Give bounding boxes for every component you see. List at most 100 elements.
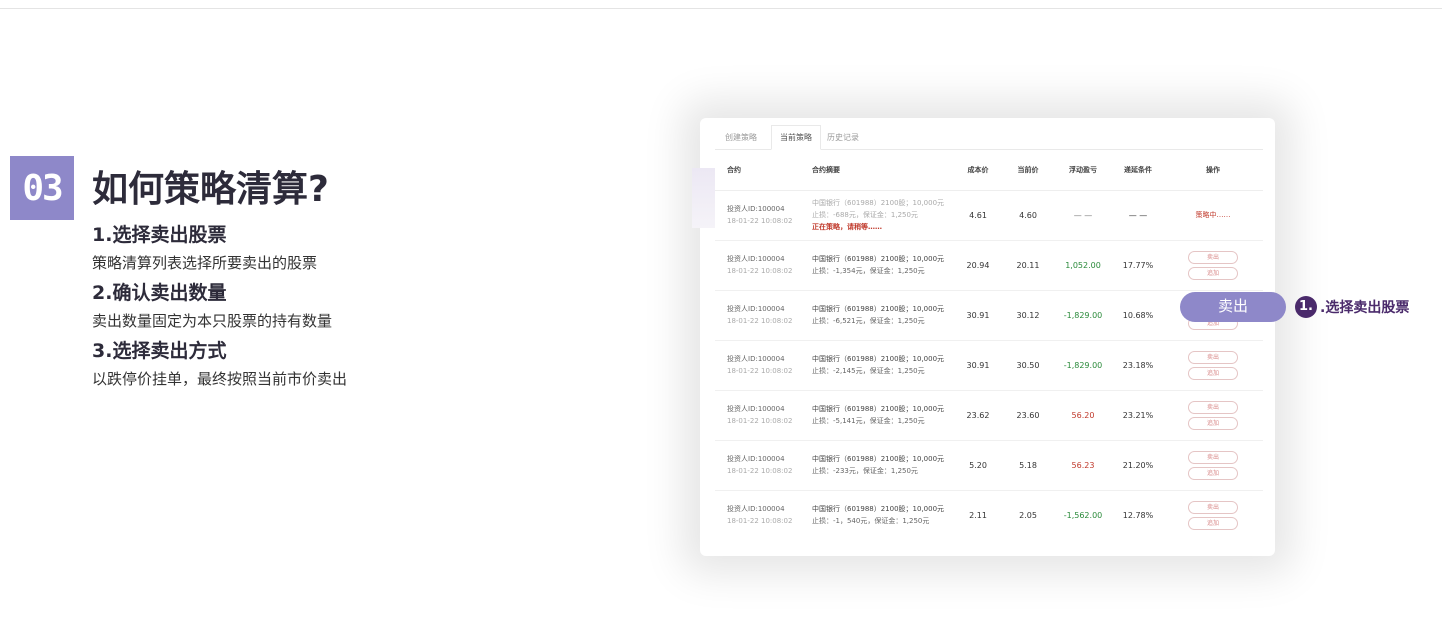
row-sell-button[interactable]: 卖出 — [1188, 350, 1238, 364]
tab-history[interactable]: 历史记录 — [825, 132, 869, 149]
sell-button-highlight[interactable]: 卖出 — [1180, 292, 1286, 322]
row-sell-button[interactable]: 卖出 — [1188, 500, 1238, 514]
floating-pnl: -1,829.00 — [1053, 340, 1113, 391]
action-cell: 卖出追加 — [1163, 490, 1263, 534]
row-add-button[interactable]: 追加 — [1188, 266, 1238, 280]
steps-list: 1.选择卖出股票 策略清算列表选择所要卖出的股票 2.确认卖出数量 卖出数量固定… — [92, 222, 512, 396]
header-summary: 合约摘要 — [800, 150, 953, 191]
timestamp: 18-01-22 10:08:02 — [727, 467, 793, 475]
table-row: 投资人ID:100004 18-01-22 10:08:02 中国银行（601988… — [715, 240, 1263, 291]
row-add-button[interactable]: 追加 — [1188, 366, 1238, 380]
strategy-tabs: 创建策略 当前策略 历史记录 — [715, 122, 1263, 150]
stop-loss-line: 止损：-5,141元，保证金：1,250元 — [812, 417, 925, 425]
step-3-description: 以跌停价挂单，最终按照当前市价卖出 — [92, 370, 348, 388]
investor-id: 投资人ID:100004 — [727, 255, 785, 263]
summary-line: 中国银行（601988）2100股；10,000元 — [812, 255, 945, 263]
tab-current-strategy[interactable]: 当前策略 — [771, 125, 821, 150]
summary-cell: 中国银行（601988）2100股；10,000元 止损：-5,141元，保证金：… — [800, 390, 953, 441]
summary-line: 中国银行（601988）2100股；10,000元 — [812, 199, 945, 207]
investor-id: 投资人ID:100004 — [727, 505, 785, 513]
investor-id: 投资人ID:100004 — [727, 355, 785, 363]
current-price: 23.60 — [1003, 390, 1053, 441]
floating-pnl: — — — [1053, 190, 1113, 241]
header-current: 当前价 — [1003, 150, 1053, 191]
action-cell: 卖出追加 — [1163, 440, 1263, 491]
strategy-screenshot: 创建策略 当前策略 历史记录 合约 合约摘要 成本价 当前价 浮动盈亏 递延条件… — [715, 122, 1263, 534]
summary-cell: 中国银行（601988）2100股；10,000元 止损：-1,354元，保证金：… — [800, 240, 953, 291]
cost-price: 20.94 — [953, 240, 1003, 291]
action-cell: 卖出追加 — [1163, 240, 1263, 291]
step-3-heading: 3.选择卖出方式 — [92, 340, 227, 362]
investor-cell: 投资人ID:100004 18-01-22 10:08:02 — [715, 440, 800, 491]
investor-id: 投资人ID:100004 — [727, 405, 785, 413]
header-condition: 递延条件 — [1113, 150, 1163, 191]
stop-loss-line: 止损：-688元，保证金：1,250元 — [812, 211, 918, 219]
stop-loss-line: 止损：-233元，保证金：1,250元 — [812, 467, 918, 475]
deferral-condition: 21.20% — [1113, 440, 1163, 491]
cost-price: 5.20 — [953, 440, 1003, 491]
deferral-condition: 12.78% — [1113, 490, 1163, 534]
step-2-heading: 2.确认卖出数量 — [92, 282, 227, 304]
step-2-description: 卖出数量固定为本只股票的持有数量 — [92, 312, 333, 330]
header-action: 操作 — [1163, 150, 1263, 191]
table-header-row: 合约 合约摘要 成本价 当前价 浮动盈亏 递延条件 操作 — [715, 150, 1263, 191]
callout-annotation: 1. .选择卖出股票 — [1295, 296, 1409, 318]
current-price: 5.18 — [1003, 440, 1053, 491]
investor-id: 投资人ID:100004 — [727, 305, 785, 313]
stop-loss-line: 止损：-2,145元，保证金：1,250元 — [812, 367, 925, 375]
tab-create-strategy[interactable]: 创建策略 — [723, 132, 767, 149]
timestamp: 18-01-22 10:08:02 — [727, 217, 793, 225]
stop-loss-line: 止损：-1,354元，保证金：1,250元 — [812, 267, 925, 275]
row-add-button[interactable]: 追加 — [1188, 466, 1238, 480]
summary-cell: 中国银行（601988）2100股；10,000元 止损：-1，540元，保证金：… — [800, 490, 953, 534]
callout-text: .选择卖出股票 — [1320, 300, 1410, 316]
row-add-button[interactable]: 追加 — [1188, 516, 1238, 530]
action-cell: 策略中…… — [1163, 190, 1263, 241]
summary-line: 中国银行（601988）2100股；10,000元 — [812, 305, 945, 313]
investor-cell: 投资人ID:100004 18-01-22 10:08:02 — [715, 290, 800, 341]
floating-pnl: -1,562.00 — [1053, 490, 1113, 534]
header-cost: 成本价 — [953, 150, 1003, 191]
row-sell-button[interactable]: 卖出 — [1188, 250, 1238, 264]
row-sell-button[interactable]: 卖出 — [1188, 400, 1238, 414]
table-row: 投资人ID:100004 18-01-22 10:08:02 中国银行（601988… — [715, 390, 1263, 441]
floating-pnl: 1,052.00 — [1053, 240, 1113, 291]
deferral-condition: 10.68% — [1113, 290, 1163, 341]
summary-cell: 中国银行（601988）2100股；10,000元 止损：-233元，保证金：1,… — [800, 440, 953, 491]
investor-cell: 投资人ID:100004 18-01-22 10:08:02 — [715, 190, 800, 241]
screenshot-edge-strip — [692, 168, 716, 228]
cost-price: 2.11 — [953, 490, 1003, 534]
floating-pnl: 56.23 — [1053, 440, 1113, 491]
deferral-condition: 23.18% — [1113, 340, 1163, 391]
stop-loss-line: 止损：-1，540元，保证金：1,250元 — [812, 517, 930, 525]
section-number-badge: 03 — [10, 156, 74, 220]
investor-cell: 投资人ID:100004 18-01-22 10:08:02 — [715, 340, 800, 391]
header-contract: 合约 — [715, 150, 800, 191]
floating-pnl: 56.20 — [1053, 390, 1113, 441]
investor-id: 投资人ID:100004 — [727, 455, 785, 463]
timestamp: 18-01-22 10:08:02 — [727, 267, 793, 275]
summary-cell: 中国银行（601988）2100股；10,000元 止损：-2,145元，保证金：… — [800, 340, 953, 391]
investor-cell: 投资人ID:100004 18-01-22 10:08:02 — [715, 390, 800, 441]
action-cell: 卖出追加 — [1163, 340, 1263, 391]
action-cell: 卖出追加 — [1163, 390, 1263, 441]
pending-status: 策略中…… — [1195, 211, 1231, 219]
row-sell-button[interactable]: 卖出 — [1188, 450, 1238, 464]
timestamp: 18-01-22 10:08:02 — [727, 317, 793, 325]
timestamp: 18-01-22 10:08:02 — [727, 517, 793, 525]
current-price: 4.60 — [1003, 190, 1053, 241]
header-pnl: 浮动盈亏 — [1053, 150, 1113, 191]
step-1-description: 策略清算列表选择所要卖出的股票 — [92, 254, 318, 272]
deferral-condition: 17.77% — [1113, 240, 1163, 291]
page-title: 如何策略清算? — [92, 169, 329, 210]
deferral-condition: — — — [1113, 190, 1163, 241]
callout-number: 1. — [1295, 296, 1317, 318]
timestamp: 18-01-22 10:08:02 — [727, 367, 793, 375]
stop-loss-line: 止损：-6,521元，保证金：1,250元 — [812, 317, 925, 325]
summary-line: 中国银行（601988）2100股；10,000元 — [812, 405, 945, 413]
current-price: 2.05 — [1003, 490, 1053, 534]
strategy-table: 合约 合约摘要 成本价 当前价 浮动盈亏 递延条件 操作 投资人ID:10000… — [715, 150, 1263, 534]
row-add-button[interactable]: 追加 — [1188, 416, 1238, 430]
summary-cell: 中国银行（601988）2100股；10,000元 止损：-6,521元，保证金：… — [800, 290, 953, 341]
status-note: 正在策略，请稍等…… — [812, 223, 882, 231]
